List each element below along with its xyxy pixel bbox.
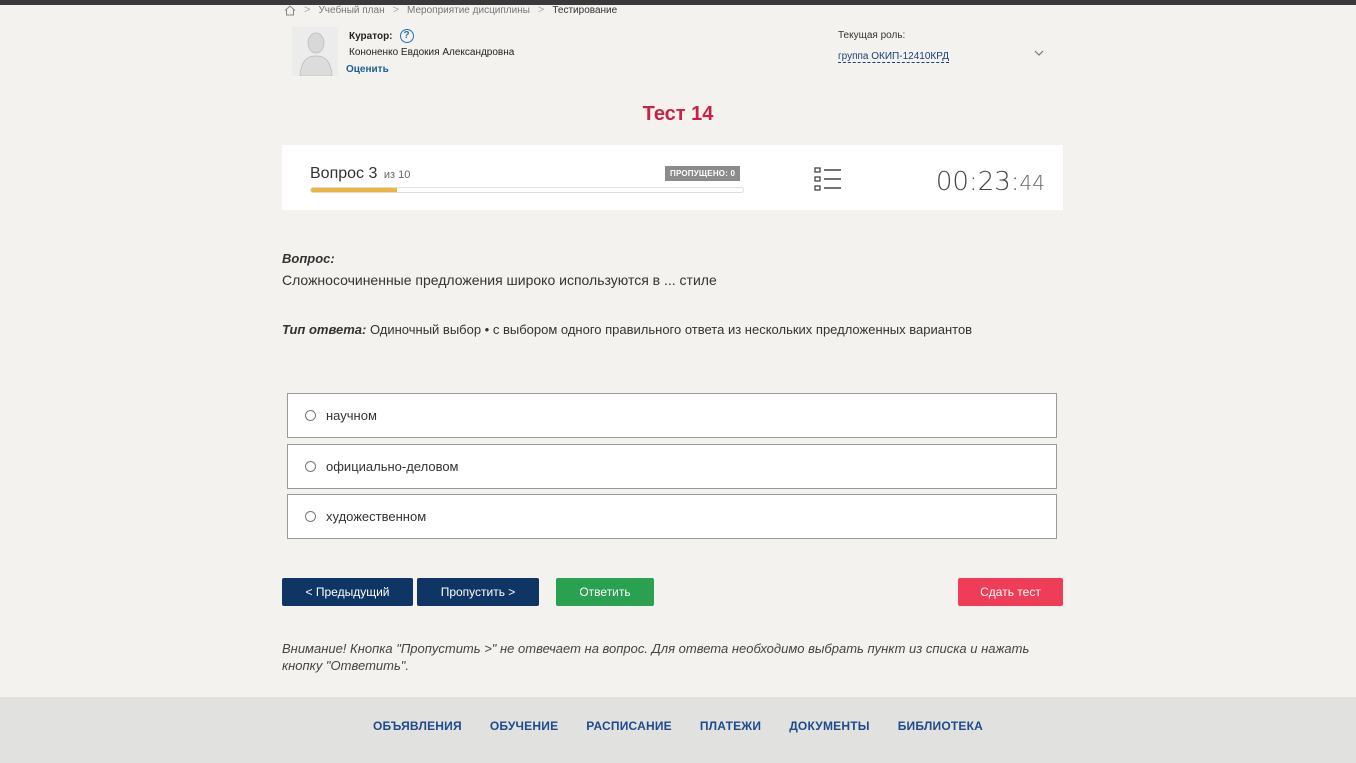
top-bar [0,0,1356,5]
warning-text: Внимание! Кнопка "Пропустить >" не отвеч… [282,641,1030,673]
breadcrumb-separator: > [392,4,400,16]
progress-fill [311,188,398,192]
answer-option[interactable]: официально-деловом [287,444,1057,489]
role-label: Текущая роль: [838,30,906,41]
progress-bar [310,187,744,193]
answer-option-label: научном [326,408,377,423]
footer: ОБЪЯВЛЕНИЯ ОБУЧЕНИЕ РАСПИСАНИЕ ПЛАТЕЖИ Д… [0,697,1356,763]
radio-button[interactable] [305,511,316,522]
breadcrumb-item-current: Тестирование [552,4,618,16]
question-label: Вопрос: [282,251,335,266]
question-current: 3 [368,165,378,182]
footer-link-payments[interactable]: ПЛАТЕЖИ [700,719,761,733]
previous-button[interactable]: < Предыдущий [282,578,413,606]
test-title: Тест 14 [642,103,714,125]
question-counter: Вопрос 3 из 10 [310,165,410,183]
breadcrumb-item-event[interactable]: Мероприятие дисциплины [407,5,530,16]
answer-option[interactable]: художественном [287,494,1057,539]
footer-link-education[interactable]: ОБУЧЕНИЕ [490,719,558,733]
user-silhouette-icon [299,32,333,76]
footer-nav: ОБЪЯВЛЕНИЯ ОБУЧЕНИЕ РАСПИСАНИЕ ПЛАТЕЖИ Д… [0,719,1356,733]
submit-test-button[interactable]: Сдать тест [958,578,1063,606]
status-panel: Вопрос 3 из 10 ПРОПУЩЕНО: 0 00:23:44 [282,145,1063,210]
answer-button[interactable]: Ответить [556,578,654,606]
role-select[interactable]: группа ОКИП-12410КРД [838,48,1046,65]
breadcrumb-separator: > [537,4,545,16]
answer-option[interactable]: научном [287,393,1057,438]
answer-option-label: художественном [326,509,427,524]
role-select-value[interactable]: группа ОКИП-12410КРД [838,51,949,63]
footer-link-announcements[interactable]: ОБЪЯВЛЕНИЯ [373,719,462,733]
question-text: Сложносочиненные предложения широко испо… [282,272,717,288]
home-icon[interactable] [284,4,296,16]
chevron-down-icon[interactable] [1034,48,1044,58]
breadcrumb-separator: > [304,4,311,16]
question-total: из 10 [383,169,411,181]
breadcrumb-item-plan[interactable]: Учебный план [318,5,384,16]
radio-button[interactable] [305,461,316,472]
answer-type: Тип ответа: Одиночный выбор • с выбором … [282,322,972,337]
question-word: Вопрос [310,165,365,182]
timer: 00:23:44 [936,167,1045,197]
skip-button[interactable]: Пропустить > [417,578,539,606]
question-list-icon[interactable] [814,167,842,191]
answer-type-label: Тип ответа: [282,322,367,337]
timer-main: 00:23: [935,167,1020,197]
footer-link-documents[interactable]: ДОКУМЕНТЫ [789,719,870,733]
timer-seconds: 44 [1019,171,1045,195]
answer-option-label: официально-деловом [326,459,459,474]
curator-name: Кононенко Евдокия Александровна [349,47,515,58]
answer-type-text: Одиночный выбор • с выбором одного прави… [366,322,973,337]
breadcrumb: > Учебный план > Мероприятие дисциплины … [284,3,617,17]
skipped-badge: ПРОПУЩЕНО: 0 [665,166,741,181]
rate-link[interactable]: Оценить [346,64,389,75]
avatar [292,27,338,76]
curator-label: Куратор: ? [349,29,414,43]
question-circle-icon[interactable]: ? [399,29,414,43]
curator-label-text: Куратор: [349,30,393,42]
footer-link-schedule[interactable]: РАСПИСАНИЕ [586,719,672,733]
footer-link-library[interactable]: БИБЛИОТЕКА [898,719,983,733]
radio-button[interactable] [305,410,316,421]
